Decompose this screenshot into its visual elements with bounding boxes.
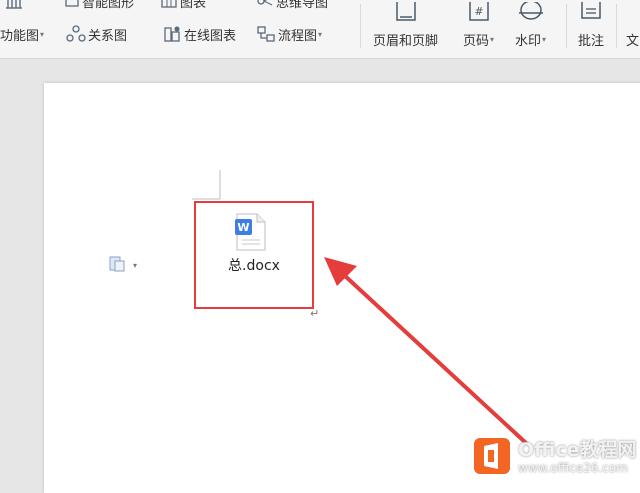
ribbon-toolbar: 智能图形 图表 思维导图 功能图 ▾ 关系图 在线图表 流程图 ▾ 页眉和页脚 … xyxy=(0,0,640,59)
header-footer-button[interactable]: 页眉和页脚 xyxy=(373,0,438,49)
text-button-partial[interactable]: 文 xyxy=(626,0,639,49)
function-chart-icon xyxy=(0,0,28,10)
comment-icon xyxy=(579,0,603,24)
page-number-icon: # xyxy=(467,0,491,24)
watermark-button[interactable]: 水印 ▾ xyxy=(515,0,546,49)
header-footer-icon xyxy=(394,0,418,24)
chevron-down-icon: ▾ xyxy=(542,35,547,44)
ribbon-divider xyxy=(616,4,617,48)
function-chart-button[interactable]: 功能图 ▾ xyxy=(0,24,44,44)
comment-label: 批注 xyxy=(578,34,605,49)
mind-map-icon xyxy=(256,0,274,9)
chevron-down-icon: ▾ xyxy=(318,29,323,39)
ribbon-divider xyxy=(566,4,567,48)
mind-map-button[interactable]: 思维导图 xyxy=(256,0,328,11)
document-page[interactable]: ▾ W 总.docx ↵ xyxy=(44,83,640,493)
document-canvas: ▾ W 总.docx ↵ xyxy=(0,59,640,493)
word-icon-letter: W xyxy=(237,221,249,234)
function-chart-button-partial[interactable] xyxy=(0,0,30,12)
smart-shape-button[interactable]: 智能图形 xyxy=(64,0,134,11)
relation-chart-icon xyxy=(66,25,86,43)
watermark-brand: Office教程网 xyxy=(518,439,637,461)
paste-options-button[interactable]: ▾ xyxy=(108,254,137,276)
online-chart-label: 在线图表 xyxy=(184,28,237,44)
embedded-file-object[interactable]: W 总.docx xyxy=(194,201,314,309)
smart-shape-label: 智能图形 xyxy=(82,0,135,11)
online-chart-button[interactable]: 在线图表 xyxy=(162,24,236,44)
page-number-label: 页码 xyxy=(463,34,490,49)
chevron-down-icon: ▾ xyxy=(40,29,45,39)
watermark-label: 水印 xyxy=(515,34,542,49)
watermark-url: www.office26.com xyxy=(518,461,628,475)
site-watermark: Office教程网 www.office26.com xyxy=(472,434,637,480)
svg-text:#: # xyxy=(474,5,483,18)
paragraph-mark: ↵ xyxy=(310,307,320,320)
function-chart-label: 功能图 xyxy=(0,28,40,44)
smart-shape-icon xyxy=(64,0,80,9)
flowchart-icon xyxy=(256,25,276,43)
attachment-filename: 总.docx xyxy=(228,258,280,274)
chevron-down-icon: ▾ xyxy=(490,35,495,44)
flowchart-label: 流程图 xyxy=(278,28,318,44)
text-label: 文 xyxy=(626,34,640,49)
chart-button[interactable]: 图表 xyxy=(160,0,206,11)
chart-label: 图表 xyxy=(180,0,207,11)
chevron-down-icon: ▾ xyxy=(133,260,138,270)
header-footer-label: 页眉和页脚 xyxy=(373,34,439,49)
online-chart-icon xyxy=(162,25,182,43)
chart-icon xyxy=(160,0,178,9)
paste-options-icon xyxy=(108,254,126,276)
word-document-icon: W xyxy=(234,213,268,255)
watermark-icon xyxy=(518,0,544,24)
flowchart-button[interactable]: 流程图 ▾ xyxy=(256,24,322,44)
mind-map-label: 思维导图 xyxy=(276,0,329,11)
ribbon-divider xyxy=(360,4,361,48)
relation-chart-label: 关系图 xyxy=(88,28,128,44)
comment-button[interactable]: 批注 xyxy=(578,0,604,49)
relation-chart-button[interactable]: 关系图 xyxy=(66,24,127,44)
page-number-button[interactable]: # 页码 ▾ xyxy=(463,0,494,49)
office-logo-icon xyxy=(472,436,512,480)
